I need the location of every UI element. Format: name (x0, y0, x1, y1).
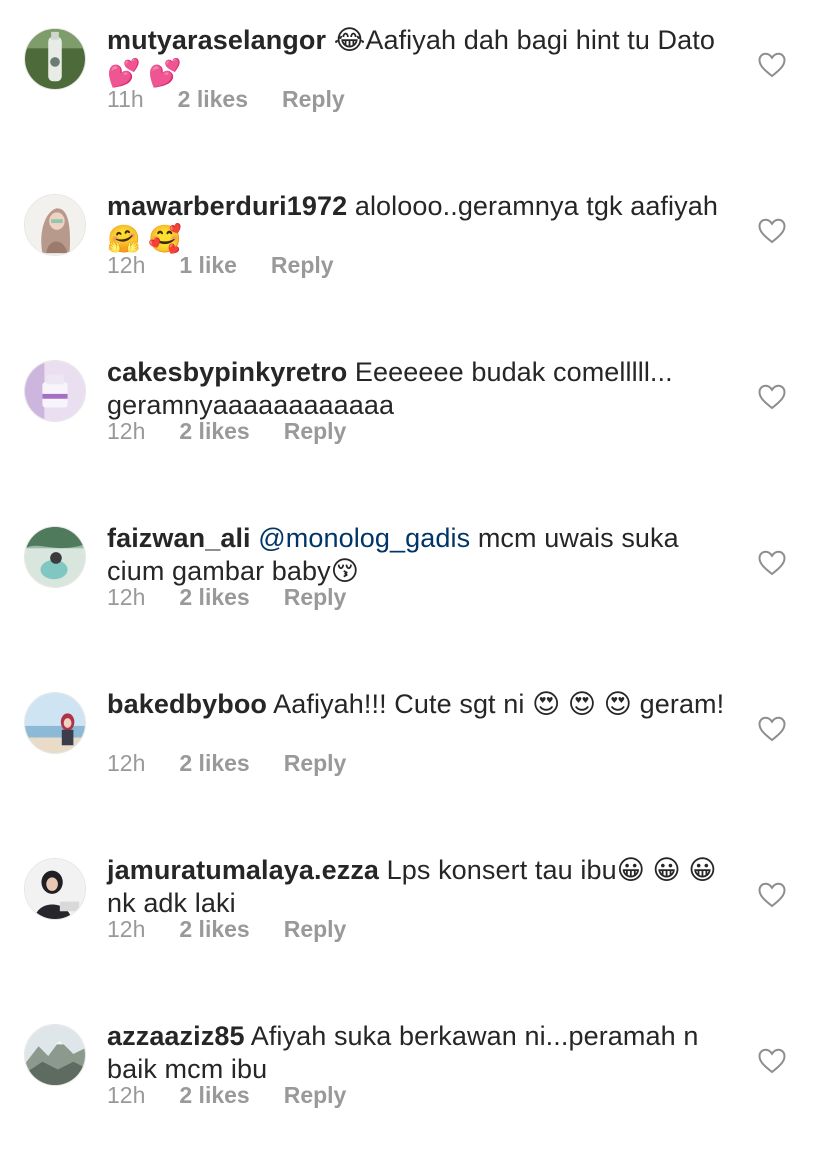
user-avatar[interactable] (24, 692, 86, 754)
reply-button[interactable]: Reply (284, 916, 347, 942)
comment-time: 12h (107, 750, 146, 776)
comment-likes[interactable]: 2 likes (179, 584, 249, 610)
user-avatar[interactable] (24, 858, 86, 920)
comment-body: faizwan_ali @monolog_gadis mcm uwais suk… (107, 522, 727, 588)
comment-likes[interactable]: 2 likes (179, 750, 249, 776)
comment-item: cakesbypinkyretro Eeeeeee budak comellll… (0, 332, 828, 498)
comment-username[interactable]: mutyaraselangor (107, 25, 326, 55)
heart-icon[interactable] (758, 1048, 786, 1074)
comment-item: azzaaziz85 Afiyah suka berkawan ni...per… (0, 996, 828, 1162)
comment-body: mawarberduri1972 alolooo..geramnya tgk a… (107, 190, 727, 256)
mountain-avatar-icon (25, 1025, 85, 1085)
comment-meta: 12h 1 like Reply (107, 252, 368, 279)
heart-icon[interactable] (758, 882, 786, 908)
comment-item: mawarberduri1972 alolooo..geramnya tgk a… (0, 166, 828, 332)
comment-meta: 12h 2 likes Reply (107, 418, 380, 445)
comment-likes[interactable]: 2 likes (179, 418, 249, 444)
comment-body: azzaaziz85 Afiyah suka berkawan ni...per… (107, 1020, 727, 1086)
comment-time: 12h (107, 1082, 146, 1108)
user-avatar[interactable] (24, 194, 86, 256)
comment-likes[interactable]: 2 likes (179, 1082, 249, 1108)
reply-button[interactable]: Reply (284, 750, 347, 776)
comment-meta: 12h 2 likes Reply (107, 916, 380, 943)
hijab-illustration-avatar-icon (25, 195, 85, 255)
comment-body: jamuratumalaya.ezza Lps konsert tau ibu😀… (107, 854, 727, 920)
reply-button[interactable]: Reply (271, 252, 334, 278)
reply-button[interactable]: Reply (282, 86, 345, 112)
heart-icon[interactable] (758, 218, 786, 244)
comment-item: bakedbyboo Aafiyah!!! Cute sgt ni 😍 😍 😍 … (0, 664, 828, 830)
comment-username[interactable]: faizwan_ali (107, 523, 251, 553)
comment-time: 12h (107, 584, 146, 610)
heart-icon[interactable] (758, 550, 786, 576)
comment-meta: 12h 2 likes Reply (107, 1082, 380, 1109)
portrait-avatar-icon (25, 859, 85, 919)
comment-meta: 12h 2 likes Reply (107, 584, 380, 611)
heart-icon[interactable] (758, 716, 786, 742)
comment-item: mutyaraselangor 😂Aafiyah dah bagi hint t… (0, 0, 828, 166)
bottle-avatar-icon (25, 29, 85, 89)
beach-avatar-icon (25, 693, 85, 753)
comment-username[interactable]: mawarberduri1972 (107, 191, 347, 221)
comment-time: 11h (107, 86, 144, 112)
heart-icon[interactable] (758, 52, 786, 78)
comment-likes[interactable]: 1 like (179, 252, 237, 278)
comment-body: mutyaraselangor 😂Aafiyah dah bagi hint t… (107, 24, 727, 90)
comment-username[interactable]: jamuratumalaya.ezza (107, 855, 379, 885)
comment-username[interactable]: cakesbypinkyretro (107, 357, 347, 387)
mention-link[interactable]: @monolog_gadis (258, 523, 470, 553)
reply-button[interactable]: Reply (284, 584, 347, 610)
comment-item: faizwan_ali @monolog_gadis mcm uwais suk… (0, 498, 828, 664)
comment-text: Aafiyah!!! Cute sgt ni 😍 😍 😍 geram! (267, 689, 725, 719)
comment-time: 12h (107, 418, 146, 444)
comment-time: 12h (107, 916, 146, 942)
user-avatar[interactable] (24, 28, 86, 90)
reply-button[interactable]: Reply (284, 418, 347, 444)
comment-username[interactable]: bakedbyboo (107, 689, 267, 719)
cake-avatar-icon (25, 361, 85, 421)
user-avatar[interactable] (24, 526, 86, 588)
outdoor-avatar-icon (25, 527, 85, 587)
heart-icon[interactable] (758, 384, 786, 410)
comment-likes[interactable]: 2 likes (178, 86, 248, 112)
comment-meta: 12h 2 likes Reply (107, 750, 380, 777)
user-avatar[interactable] (24, 360, 86, 422)
comment-body: cakesbypinkyretro Eeeeeee budak comellll… (107, 356, 727, 422)
comment-body: bakedbyboo Aafiyah!!! Cute sgt ni 😍 😍 😍 … (107, 688, 727, 721)
user-avatar[interactable] (24, 1024, 86, 1086)
comment-likes[interactable]: 2 likes (179, 916, 249, 942)
comment-meta: 11h 2 likes Reply (107, 86, 379, 113)
comment-item: jamuratumalaya.ezza Lps konsert tau ibu😀… (0, 830, 828, 996)
reply-button[interactable]: Reply (284, 1082, 347, 1108)
comment-username[interactable]: azzaaziz85 (107, 1021, 245, 1051)
comment-time: 12h (107, 252, 146, 278)
